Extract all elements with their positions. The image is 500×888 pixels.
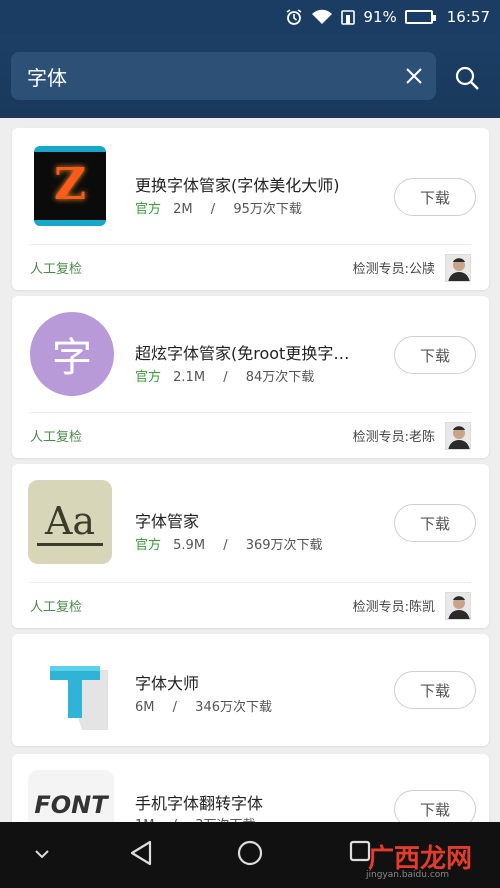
search-button[interactable] <box>447 58 487 98</box>
app-size: 2.1M <box>173 370 206 385</box>
flame-z-icon: Z <box>53 159 87 210</box>
battery-icon <box>404 10 436 24</box>
clock: 16:57 <box>446 8 490 26</box>
app-title: 字体管家 <box>135 512 200 531</box>
app-icon: Z <box>34 146 106 226</box>
back-triangle-icon <box>130 840 152 866</box>
avatar <box>445 422 471 450</box>
watermark-url: jingyan.baidu.com <box>366 870 450 880</box>
app-downloads: 346万次下载 <box>195 700 272 715</box>
app-meta: 官方 2M / 95万次下载 <box>135 202 302 217</box>
tester-label: 检测专员:陈凯 <box>352 600 435 615</box>
download-button[interactable]: 下载 <box>394 504 476 542</box>
app-size: 2M <box>173 202 193 217</box>
app-title: 手机字体翻转字体 <box>135 794 264 813</box>
search-header: 字体 <box>0 34 500 118</box>
app-card[interactable]: Aa 字体管家 官方 5.9M / 369万次下载 下载 人工复检 检测专员:陈… <box>12 464 489 628</box>
app-card[interactable]: 字体大师 6M / 346万次下载 下载 <box>12 634 489 746</box>
t-logo-icon <box>50 666 108 730</box>
avatar <box>445 592 471 620</box>
home-circle-icon <box>237 840 263 866</box>
app-meta: 官方 5.9M / 369万次下载 <box>135 538 323 553</box>
app-title: 字体大师 <box>135 674 200 693</box>
divider <box>30 582 471 583</box>
review-label: 人工复检 <box>30 262 83 277</box>
app-card[interactable]: Z 更换字体管家(字体美化大师) 官方 2M / 95万次下载 下载 人工复检 … <box>12 128 489 290</box>
download-button[interactable]: 下载 <box>394 178 476 216</box>
review-label: 人工复检 <box>30 430 83 445</box>
app-icon: 字 <box>30 312 114 396</box>
font-char-icon: 字 <box>52 335 92 381</box>
app-downloads: 95万次下载 <box>233 202 302 217</box>
tester-label: 检测专员:公牍 <box>352 262 435 277</box>
app-meta: 6M / 346万次下载 <box>135 700 272 715</box>
back-button[interactable] <box>124 836 158 870</box>
font-text-icon: FONT <box>34 791 108 819</box>
signal-icon <box>341 9 357 25</box>
app-size: 5.9M <box>173 538 206 553</box>
search-icon <box>455 66 479 90</box>
app-downloads: 369万次下载 <box>245 538 323 553</box>
status-bar: 91% 16:57 <box>0 0 500 34</box>
official-badge: 官方 <box>135 538 162 553</box>
search-input[interactable]: 字体 <box>11 52 436 100</box>
app-meta: 官方 2.1M / 84万次下载 <box>135 370 315 385</box>
hide-nav-button[interactable] <box>28 840 56 868</box>
download-button[interactable]: 下载 <box>394 336 476 374</box>
app-size: 6M <box>135 700 155 715</box>
alarm-icon <box>285 8 303 26</box>
tester-label: 检测专员:老陈 <box>352 430 435 445</box>
app-icon <box>42 648 112 732</box>
download-button[interactable]: 下载 <box>394 671 476 709</box>
aa-icon: Aa <box>44 498 96 543</box>
review-label: 人工复检 <box>30 600 83 615</box>
divider <box>30 412 471 413</box>
app-title: 更换字体管家(字体美化大师) <box>135 176 340 195</box>
app-icon: Aa <box>28 480 112 564</box>
app-card[interactable]: 字 超炫字体管家(免root更换字… 官方 2.1M / 84万次下载 下载 人… <box>12 296 489 458</box>
close-icon <box>406 68 422 84</box>
official-badge: 官方 <box>135 202 162 217</box>
battery-percent: 91% <box>363 8 397 26</box>
avatar <box>445 254 471 282</box>
app-downloads: 84万次下载 <box>245 370 315 385</box>
home-button[interactable] <box>233 836 267 870</box>
divider <box>30 244 471 245</box>
chevron-down-icon <box>35 850 49 859</box>
search-query[interactable]: 字体 <box>27 62 392 91</box>
clear-search-button[interactable] <box>392 54 436 98</box>
official-badge: 官方 <box>135 370 162 385</box>
app-title: 超炫字体管家(免root更换字… <box>135 344 350 363</box>
wifi-icon <box>311 9 333 25</box>
